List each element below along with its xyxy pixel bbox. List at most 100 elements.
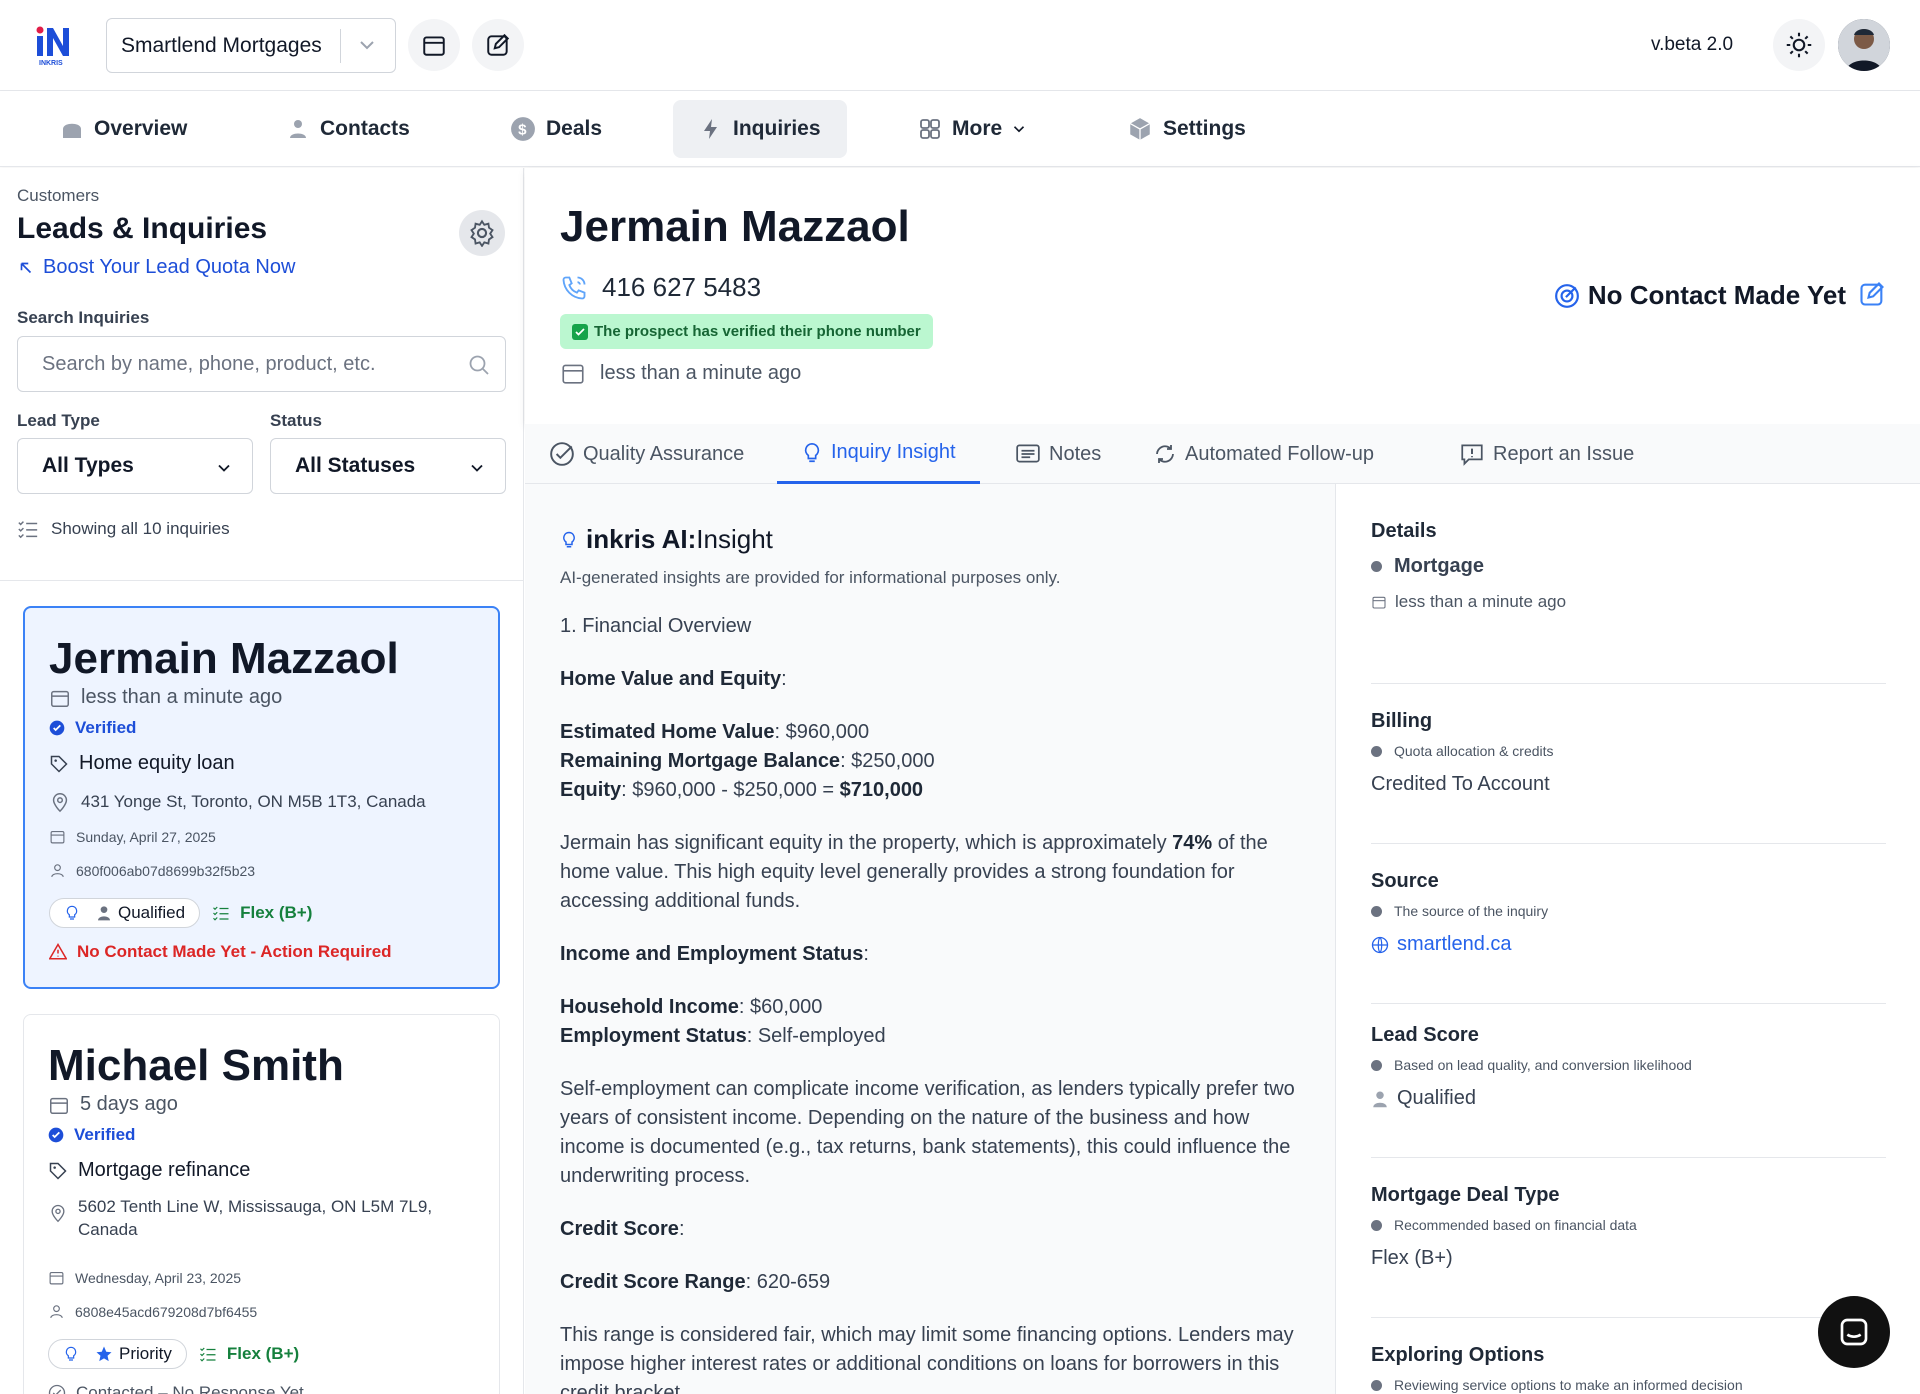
refresh-icon [1156,445,1174,463]
list-check-icon [199,1347,216,1362]
tab-report-issue[interactable]: Report an Issue [1435,424,1658,484]
calendar-icon [1372,596,1386,609]
nav-overview[interactable]: Overview [34,100,213,158]
lead-type-select[interactable]: All Types [17,438,253,494]
star-icon [96,1346,112,1362]
tab-notes[interactable]: Notes [991,424,1125,484]
sidebar-settings-button[interactable] [459,210,505,256]
inquiry-time: less than a minute ago [560,360,801,386]
verified-check-icon [49,720,65,736]
top-bar: INKRIS Smartlend Mortgages v.beta 2.0 [0,0,1920,91]
phone-number[interactable]: 416 627 5483 [560,272,761,303]
cube-icon [1129,118,1151,140]
person-icon [1373,1091,1387,1107]
calendar-icon [562,364,584,384]
notes-icon [1016,444,1040,463]
status-select[interactable]: All Statuses [270,438,506,494]
boost-quota-link[interactable]: Boost Your Lead Quota Now [17,256,295,279]
version-label: v.beta 2.0 [1651,34,1734,55]
contact-status-icon [48,1384,66,1394]
chat-launcher-button[interactable] [1818,1296,1890,1368]
lead-quality-pill: Priority [48,1339,187,1369]
insight-disclaimer: AI-generated insights are provided for i… [560,568,1061,587]
nav-contacts[interactable]: Contacts [260,100,436,158]
checkbox-icon [572,323,588,340]
svg-text:$: $ [518,121,527,138]
check-circle-icon [550,442,574,466]
calendar-icon [50,1097,68,1114]
status-label: Status [270,411,322,430]
gear-icon [470,219,494,247]
details-panel: Details Mortgage less than a minute ago … [1335,484,1920,1394]
user-avatar[interactable] [1838,19,1890,71]
main-nav: Overview Contacts $ Deals Inquiries More… [0,91,1920,167]
nav-inquiries[interactable]: Inquiries [673,100,847,158]
target-check-icon [1554,283,1579,308]
lightbulb-icon [65,1346,77,1361]
globe-icon [1371,936,1389,953]
calendar-icon [423,36,445,56]
lead-score-section: Lead Score Based on lead quality, and co… [1371,1000,1886,1158]
tab-quality-assurance[interactable]: Quality Assurance [525,424,768,484]
theme-toggle-button[interactable] [1773,19,1825,71]
search-label: Search Inquiries [17,308,150,327]
card-name: Michael Smith [48,1041,344,1090]
verified-check-icon [48,1127,64,1143]
list-check-icon [213,906,229,921]
chevron-down-icon [1014,126,1025,133]
lightning-icon [704,119,717,139]
chevron-down-icon [218,464,230,472]
edit-status-icon[interactable] [1858,280,1886,308]
person-icon [98,906,110,921]
tab-automated-follow-up[interactable]: Automated Follow-up [1129,424,1398,484]
contact-status: No Contact Made Yet [1554,280,1846,311]
insight-title: inkris AI: Insight [560,524,773,555]
calendar-button[interactable] [408,19,460,71]
report-icon [1461,444,1483,466]
card-name: Jermain Mazzaol [49,634,399,683]
source-link[interactable]: smartlend.ca [1371,933,1886,956]
phone-verified-badge: The prospect has verified their phone nu… [560,314,933,349]
inquiry-header: Jermain Mazzaol 416 627 5483 The prospec… [525,168,1920,424]
list-check-icon [18,521,38,539]
dollar-icon: $ [511,117,535,141]
lightbulb-icon [563,531,575,547]
sun-icon [1786,32,1812,58]
results-count: Showing all 10 inquiries [17,518,230,540]
location-pin-icon [52,793,68,813]
deal-type-section: Mortgage Deal Type Recommended based on … [1371,1160,1886,1318]
home-icon [63,123,81,138]
nav-settings[interactable]: Settings [1101,100,1272,158]
inquiry-card[interactable]: Michael Smith 5 days ago Verified Mortga… [23,1014,500,1394]
compose-button[interactable] [472,19,524,71]
inkris-logo[interactable]: INKRIS [35,24,75,66]
tab-inquiry-insight[interactable]: Inquiry Insight [777,424,980,484]
nav-deals[interactable]: $ Deals [484,100,628,158]
source-section: Source The source of the inquiry smartle… [1371,846,1886,1004]
sidebar-title: Leads & Inquiries [17,212,268,245]
grid-icon [920,119,940,139]
warning-icon [49,943,67,960]
detail-tabs: Quality Assurance Inquiry Insight Notes … [525,424,1920,484]
chevron-down-icon [360,41,374,50]
inquiry-card[interactable]: Jermain Mazzaol less than a minute ago V… [23,606,500,989]
insight-panel: inkris AI: Insight AI-generated insights… [525,484,1335,1394]
search-input[interactable]: Search by name, phone, product, etc. [17,336,506,392]
calendar-icon [51,690,69,707]
details-section: Details Mortgage less than a minute ago [1371,520,1886,684]
lead-name: Jermain Mazzaol [560,202,910,251]
workspace-select[interactable]: Smartlend Mortgages [106,18,396,73]
lightbulb-icon [804,442,820,462]
phone-icon [562,276,586,299]
edit-icon [487,33,510,56]
chevron-down-icon [471,464,483,472]
calendar-icon [49,1271,64,1285]
contacts-icon [290,120,306,138]
location-pin-icon [51,1204,65,1223]
insight-body: 1. Financial Overview Home Value and Equ… [560,615,1295,1394]
tag-icon [49,1162,67,1180]
user-icon [50,1305,63,1319]
workspace-name: Smartlend Mortgages [121,33,322,57]
nav-more[interactable]: More [892,100,1054,158]
search-icon [469,355,489,375]
